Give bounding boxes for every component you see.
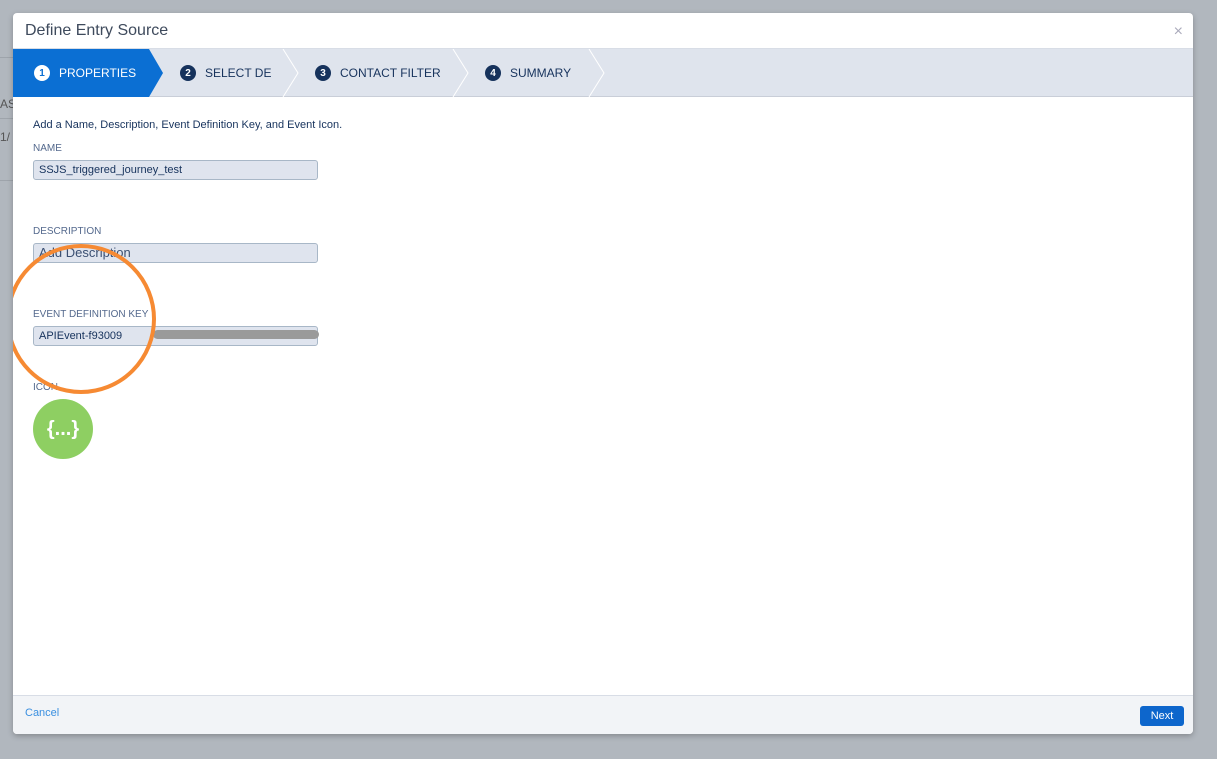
step-number: 4	[485, 65, 501, 81]
name-label: NAME	[33, 143, 62, 154]
step-number: 3	[315, 65, 331, 81]
modal-body: Add a Name, Description, Event Definitio…	[13, 97, 1193, 479]
icon-label: ICON	[33, 382, 58, 393]
modal-footer: Cancel Next	[13, 695, 1193, 734]
step-label: PROPERTIES	[59, 66, 137, 80]
define-entry-source-modal: Define Entry Source × 1 PROPERTIES 2 SEL…	[13, 13, 1193, 734]
background-divider	[0, 57, 13, 58]
step-label: SUMMARY	[510, 66, 572, 80]
step-number: 1	[34, 65, 50, 81]
modal-title: Define Entry Source	[25, 22, 169, 39]
chevron-divider	[452, 49, 469, 97]
modal-header: Define Entry Source ×	[13, 13, 1193, 49]
background-divider	[0, 180, 13, 181]
step-path: 1 PROPERTIES 2 SELECT DE 3 CONTACT FILTE…	[13, 49, 1193, 97]
redaction-mark	[153, 330, 319, 339]
close-icon[interactable]: ×	[1174, 23, 1183, 41]
step-properties[interactable]: 1 PROPERTIES	[34, 49, 136, 97]
step-number: 2	[180, 65, 196, 81]
step-label: CONTACT FILTER	[340, 66, 441, 80]
chevron-divider	[282, 49, 299, 97]
step-label: SELECT DE	[205, 66, 272, 80]
next-button[interactable]: Next	[1140, 706, 1184, 726]
event-icon-picker[interactable]: {...}	[33, 399, 93, 459]
name-input[interactable]: SSJS_triggered_journey_test	[33, 160, 318, 180]
event-key-label: EVENT DEFINITION KEY	[33, 309, 149, 320]
annotation-circle	[13, 244, 156, 394]
chevron-divider	[588, 49, 605, 97]
step-summary[interactable]: 4 SUMMARY	[485, 49, 571, 97]
background-text: 1/	[0, 130, 11, 144]
description-label: DESCRIPTION	[33, 226, 102, 237]
intro-text: Add a Name, Description, Event Definitio…	[33, 119, 343, 131]
step-contact-filter[interactable]: 3 CONTACT FILTER	[315, 49, 441, 97]
cancel-button[interactable]: Cancel	[25, 707, 59, 719]
background-divider	[0, 118, 13, 119]
step-select-de[interactable]: 2 SELECT DE	[180, 49, 271, 97]
